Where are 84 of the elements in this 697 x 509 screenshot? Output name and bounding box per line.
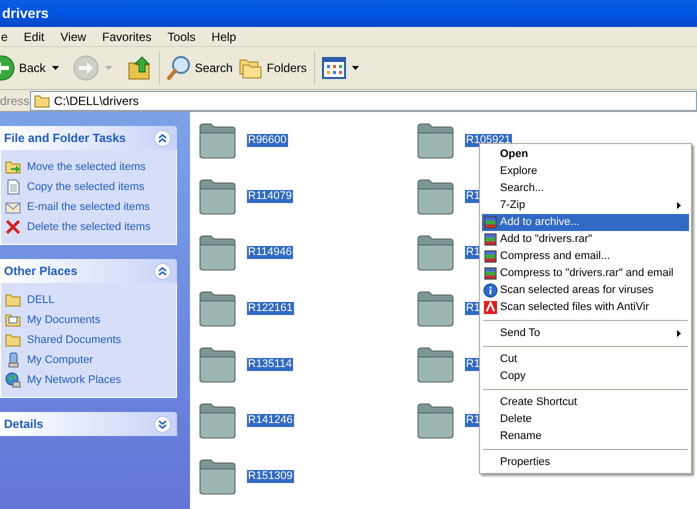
task-link[interactable]: My Computer	[5, 352, 176, 368]
archive-books-icon	[483, 232, 498, 247]
menu-item[interactable]: Rename	[482, 428, 689, 445]
folder-icon	[416, 121, 455, 159]
delete-icon	[5, 219, 21, 235]
task-link[interactable]: Copy the selected items	[5, 179, 176, 195]
folder-icon	[198, 345, 237, 383]
menu-item[interactable]: View	[53, 28, 94, 46]
folder-icon	[416, 177, 455, 215]
folder-icon	[34, 94, 50, 108]
menu-item[interactable]: e	[0, 28, 15, 46]
caret-icon	[104, 66, 112, 70]
folder-icon	[416, 401, 455, 439]
menu-item[interactable]: Scan selected areas for viruses	[482, 282, 689, 299]
folder-name[interactable]: R135114	[247, 358, 293, 370]
folders-button[interactable]: Folders	[236, 50, 310, 86]
folder-icon	[198, 457, 237, 495]
document-icon	[5, 179, 21, 195]
folder-icon	[198, 233, 237, 271]
folder-name[interactable]: R151309	[247, 470, 294, 482]
folder-name[interactable]: R96600	[247, 134, 288, 146]
caret-icon	[352, 66, 359, 70]
menu-item[interactable]: 7-Zip	[482, 197, 689, 214]
task-link[interactable]: Delete the selected items	[5, 219, 176, 235]
network-icon	[5, 372, 21, 388]
menu-item[interactable]: Edit	[16, 28, 52, 46]
menu-item[interactable]: Cut	[482, 351, 689, 368]
task-link[interactable]: Move the selected items	[5, 159, 176, 175]
folder-icon	[198, 289, 237, 327]
folder-icon	[416, 345, 455, 383]
folder-name[interactable]: R114946	[247, 246, 293, 258]
up-folder-icon	[128, 55, 152, 81]
task-link[interactable]: DELL	[5, 292, 176, 308]
views-icon	[322, 57, 346, 79]
menu-item[interactable]: Create Shortcut	[482, 394, 689, 411]
menu-item[interactable]: Add to "drivers.rar"	[482, 231, 689, 248]
window-title: drivers	[2, 4, 49, 23]
address-text: C:\DELL\drivers	[54, 92, 139, 110]
archive-books-icon	[483, 215, 498, 230]
folder-icon	[416, 289, 455, 327]
menu-item[interactable]: Copy	[482, 368, 689, 385]
submenu-arrow-icon	[677, 330, 681, 337]
folder-icon	[198, 401, 237, 439]
menu-item[interactable]: Send To	[482, 325, 689, 342]
back-button[interactable]: Back	[0, 50, 49, 86]
menu-item[interactable]: Properties	[482, 454, 689, 471]
menu-item[interactable]: Tools	[160, 28, 203, 46]
move-icon	[5, 159, 21, 175]
task-link[interactable]: My Documents	[5, 312, 176, 328]
folder-name[interactable]: R114079	[247, 190, 293, 202]
archive-books-icon	[483, 266, 498, 281]
search-icon	[166, 55, 191, 81]
panel-header[interactable]: Details	[0, 412, 177, 436]
folder-icon	[416, 233, 455, 271]
submenu-arrow-icon	[677, 202, 681, 209]
menu-item[interactable]: Scan selected files with AntiVir	[482, 299, 689, 316]
menu-item[interactable]: Open	[482, 146, 689, 163]
panel-header[interactable]: Other Places	[0, 259, 177, 283]
menu-item[interactable]: Compress and email...	[482, 248, 689, 265]
menu-item[interactable]: Explore	[482, 163, 689, 180]
caret-icon	[52, 66, 59, 70]
task-link[interactable]: My Network Places	[5, 372, 176, 388]
folder-name[interactable]: R141246	[247, 414, 294, 426]
menu-item[interactable]: Compress to "drivers.rar" and email	[482, 265, 689, 282]
address-field[interactable]: C:\DELL\drivers	[30, 90, 697, 110]
menu-item[interactable]: Delete	[482, 411, 689, 428]
task-link[interactable]: Shared Documents	[5, 332, 176, 348]
menu-item[interactable]: Search...	[482, 180, 689, 197]
panel-header[interactable]: File and Folder Tasks	[0, 126, 177, 150]
archive-books-icon	[483, 249, 498, 264]
task-link[interactable]: E-mail the selected items	[5, 199, 176, 215]
info-globe-icon	[483, 283, 498, 298]
documents-folder-icon	[5, 312, 21, 328]
folder-icon	[198, 121, 237, 159]
search-button[interactable]: Search	[164, 50, 236, 86]
folders-icon	[238, 57, 263, 79]
menu-item[interactable]: Help	[204, 28, 244, 46]
address-label: dress	[0, 92, 30, 110]
folder-icon	[5, 332, 21, 348]
folder-name[interactable]: R122161	[247, 302, 294, 314]
menu-item[interactable]: Favorites	[95, 28, 159, 46]
folder-icon	[5, 292, 21, 308]
folder-icon	[198, 177, 237, 215]
menu-item[interactable]: Add to archive...	[482, 214, 689, 231]
